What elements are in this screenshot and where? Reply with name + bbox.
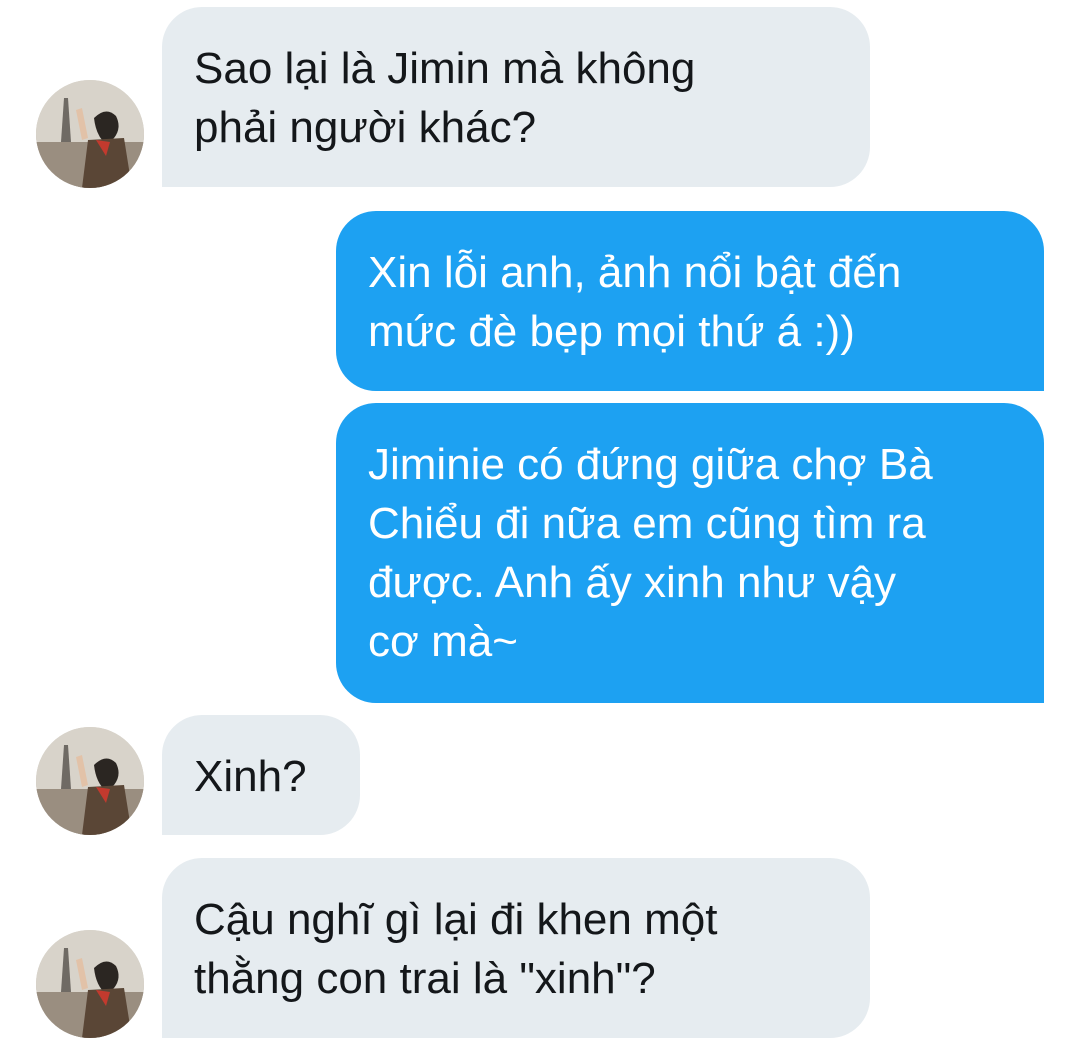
avatar-photo-icon	[36, 930, 144, 1038]
avatar-photo-icon	[36, 80, 144, 188]
message-bubble-incoming[interactable]: Sao lại là Jimin mà không phải người khá…	[162, 7, 870, 187]
sender-avatar[interactable]	[36, 80, 144, 188]
message-bubble-incoming[interactable]: Cậu nghĩ gì lại đi khen một thằng con tr…	[162, 858, 870, 1038]
message-bubble-outgoing[interactable]: Xin lỗi anh, ảnh nổi bật đến mức đè bẹp …	[336, 211, 1044, 391]
message-bubble-incoming[interactable]: Xinh?	[162, 715, 360, 835]
message-bubble-outgoing[interactable]: Jiminie có đứng giữa chợ Bà Chiểu đi nữa…	[336, 403, 1044, 703]
sender-avatar[interactable]	[36, 727, 144, 835]
avatar-photo-icon	[36, 727, 144, 835]
sender-avatar[interactable]	[36, 930, 144, 1038]
